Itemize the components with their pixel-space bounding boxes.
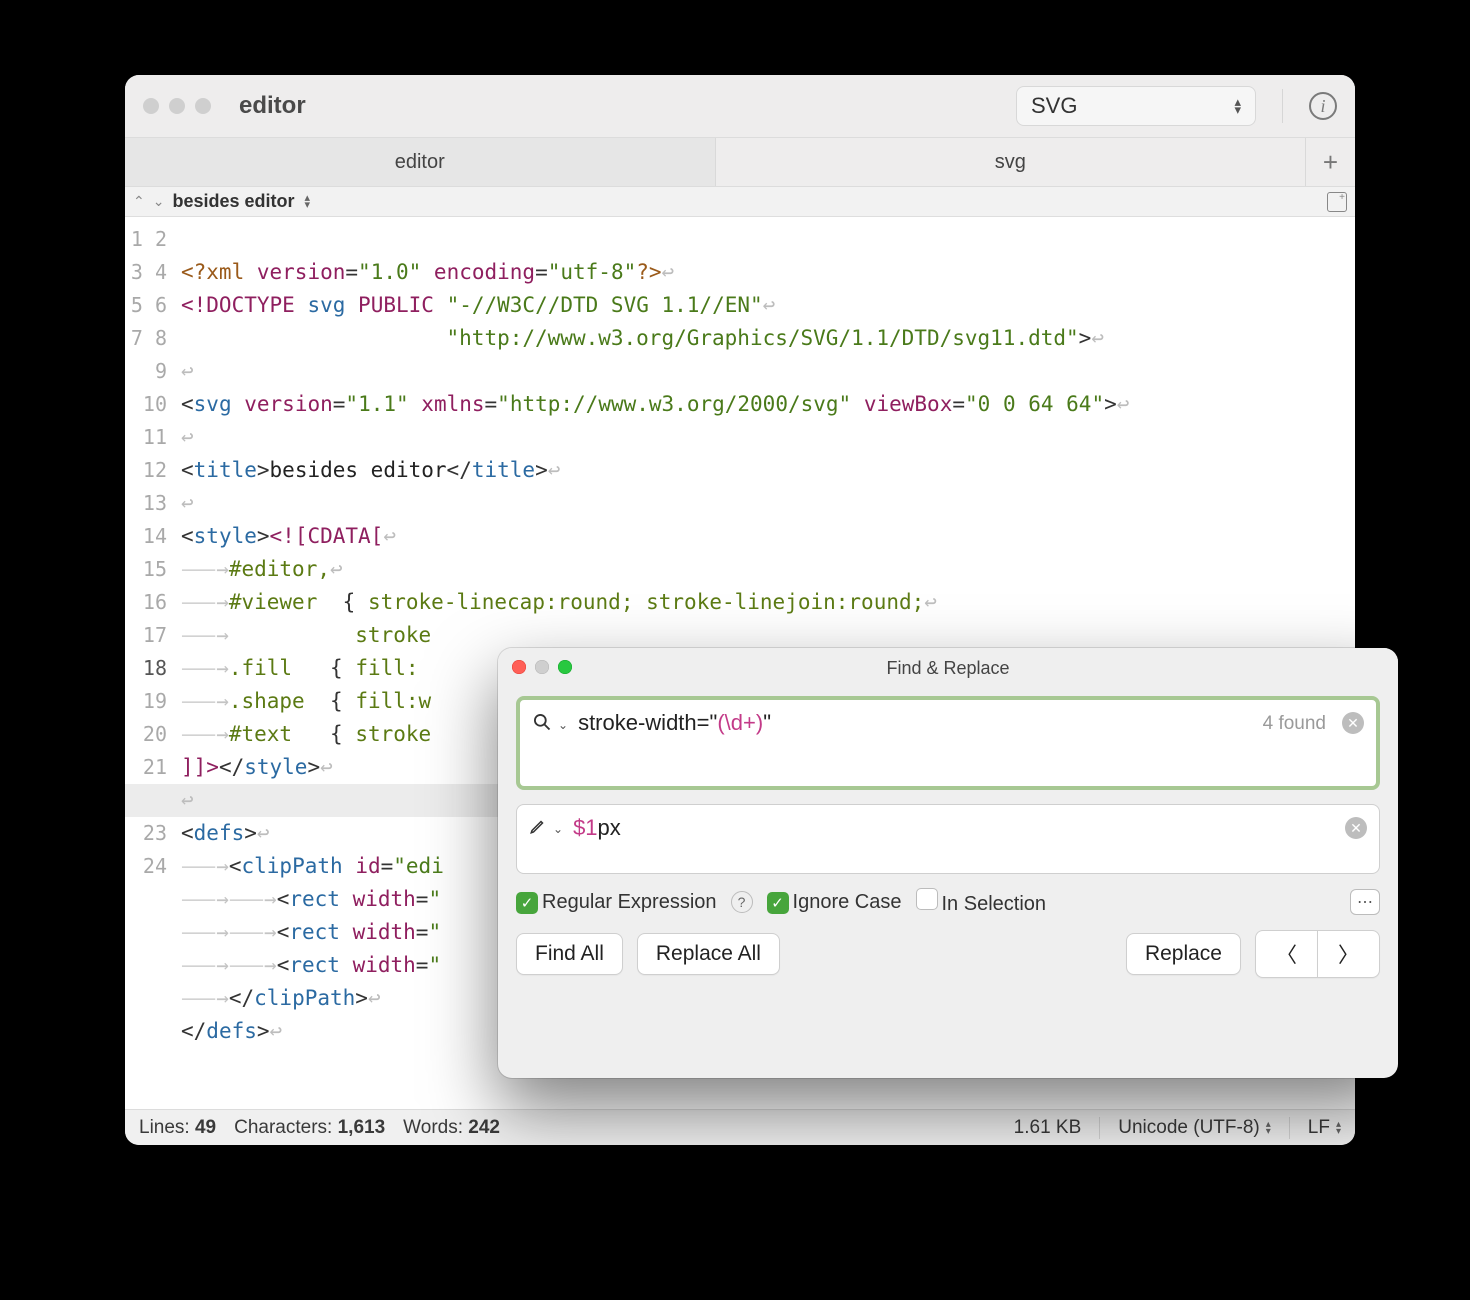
find-field[interactable]: ⌄ stroke-width="(\d+)" 4 found ✕ xyxy=(516,696,1380,790)
find-replace-panel: Find & Replace ⌄ stroke-width="(\d+)" 4 … xyxy=(498,648,1398,1078)
opt-label: Ignore Case xyxy=(793,891,902,913)
new-tab-button[interactable]: + xyxy=(1305,138,1355,186)
filetype-select[interactable]: SVG ▴▾ xyxy=(1016,86,1256,126)
breadcrumb-bar: ⌃ ⌄ besides editor ▴▾ xyxy=(125,187,1355,217)
tab-label: svg xyxy=(995,151,1026,174)
opt-regex[interactable]: ✓Regular Expression xyxy=(516,891,717,914)
find-buttons: Find All Replace All Replace 〈 〉 xyxy=(516,930,1380,978)
sb-filesize: 1.61 KB xyxy=(1014,1117,1082,1139)
match-count-label: 4 found xyxy=(1263,710,1326,735)
breadcrumb-label[interactable]: besides editor xyxy=(172,191,294,212)
find-history-dropdown-icon[interactable]: ⌄ xyxy=(558,718,568,732)
sb-lines: Lines: 49 xyxy=(139,1117,216,1139)
tab-editor[interactable]: editor xyxy=(125,138,716,186)
statusbar: Lines: 49 Characters: 1,613 Words: 242 1… xyxy=(125,1109,1355,1145)
lineending-value: LF xyxy=(1308,1117,1330,1139)
checkbox-on-icon: ✓ xyxy=(516,892,538,914)
divider xyxy=(1282,89,1283,123)
filetype-value: SVG xyxy=(1031,93,1077,119)
replace-input[interactable]: $1px xyxy=(573,815,621,841)
stepper-icon: ▴▾ xyxy=(1336,1121,1341,1135)
prev-match-button[interactable]: 〈 xyxy=(1255,930,1317,978)
next-match-button[interactable]: 〉 xyxy=(1317,930,1380,978)
panel-title-label: Find & Replace xyxy=(886,658,1009,679)
tabbar: editor svg + xyxy=(125,137,1355,187)
min-dot[interactable] xyxy=(169,98,185,114)
find-options: ✓Regular Expression ? ✓Ignore Case In Se… xyxy=(516,888,1380,916)
find-all-button[interactable]: Find All xyxy=(516,933,623,975)
panel-close-dot[interactable] xyxy=(512,660,526,674)
panel-min-dot[interactable] xyxy=(535,660,549,674)
opt-label: In Selection xyxy=(942,893,1047,915)
window-title: editor xyxy=(239,92,1006,120)
checkbox-off-icon xyxy=(916,888,938,910)
more-options-icon[interactable]: ⋯ xyxy=(1350,889,1380,915)
replace-field[interactable]: ⌄ $1px ✕ xyxy=(516,804,1380,874)
opt-inselection[interactable]: In Selection xyxy=(916,888,1047,916)
replace-button[interactable]: Replace xyxy=(1126,933,1241,975)
sidebar-toggle-icon[interactable] xyxy=(1327,192,1347,212)
encoding-value: Unicode (UTF-8) xyxy=(1118,1117,1259,1139)
clear-replace-icon[interactable]: ✕ xyxy=(1345,817,1367,839)
stepper-icon: ▴▾ xyxy=(1234,98,1241,114)
info-icon[interactable]: i xyxy=(1309,92,1337,120)
lineending-select[interactable]: LF ▴▾ xyxy=(1308,1117,1341,1139)
close-dot[interactable] xyxy=(143,98,159,114)
search-icon xyxy=(532,712,552,737)
replace-all-button[interactable]: Replace All xyxy=(637,933,780,975)
window-controls xyxy=(143,98,211,114)
chevron-up-icon[interactable]: ⌃ xyxy=(133,193,145,210)
chevron-down-icon[interactable]: ⌄ xyxy=(153,193,165,210)
panel-window-controls xyxy=(512,660,572,674)
max-dot[interactable] xyxy=(195,98,211,114)
opt-ignorecase[interactable]: ✓Ignore Case xyxy=(767,891,902,914)
titlebar: editor SVG ▴▾ i xyxy=(125,75,1355,137)
sb-chars: Characters: 1,613 xyxy=(234,1117,385,1139)
sb-words: Words: 242 xyxy=(403,1117,500,1139)
regex-help-icon[interactable]: ? xyxy=(731,891,753,913)
checkbox-on-icon: ✓ xyxy=(767,892,789,914)
tab-svg[interactable]: svg xyxy=(716,138,1306,186)
clear-find-icon[interactable]: ✕ xyxy=(1342,712,1364,734)
breadcrumb-stepper-icon[interactable]: ▴▾ xyxy=(305,195,311,209)
pencil-icon xyxy=(529,817,547,840)
panel-max-dot[interactable] xyxy=(558,660,572,674)
panel-titlebar: Find & Replace xyxy=(498,648,1398,688)
stepper-icon: ▴▾ xyxy=(1266,1121,1271,1135)
tab-label: editor xyxy=(395,151,445,174)
encoding-select[interactable]: Unicode (UTF-8) ▴▾ xyxy=(1118,1117,1271,1139)
line-gutter: 1 2 3 4 5 6 7 8 9 10 11 12 13 14 15 16 1… xyxy=(125,217,175,1109)
find-input[interactable]: stroke-width="(\d+)" xyxy=(578,710,771,736)
replace-history-dropdown-icon[interactable]: ⌄ xyxy=(553,822,563,836)
opt-label: Regular Expression xyxy=(542,891,717,913)
